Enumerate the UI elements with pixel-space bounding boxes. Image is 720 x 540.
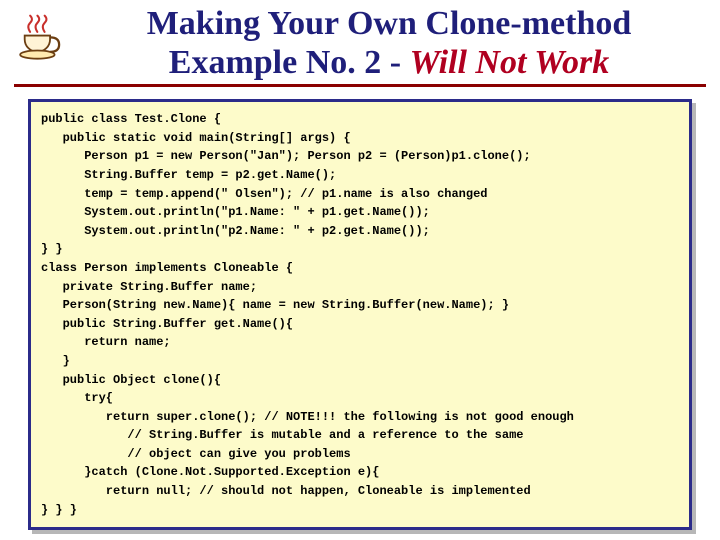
code-container: public class Test.Clone { public static … — [28, 99, 692, 530]
divider-wrap — [0, 82, 720, 87]
coffee-cup-icon — [10, 10, 72, 72]
title-line-2-prefix: Example No. 2 - — [169, 44, 410, 81]
title-line-1: Making Your Own Clone-method — [76, 4, 702, 43]
slide: Making Your Own Clone-method Example No.… — [0, 0, 720, 540]
code-listing: public class Test.Clone { public static … — [41, 110, 679, 519]
title-block: Making Your Own Clone-method Example No.… — [76, 4, 702, 82]
title-line-2-emph: Will Not Work — [410, 44, 610, 81]
code-box: public class Test.Clone { public static … — [28, 99, 692, 530]
title-line-2: Example No. 2 - Will Not Work — [76, 43, 702, 82]
header: Making Your Own Clone-method Example No.… — [0, 0, 720, 82]
divider — [14, 84, 706, 87]
